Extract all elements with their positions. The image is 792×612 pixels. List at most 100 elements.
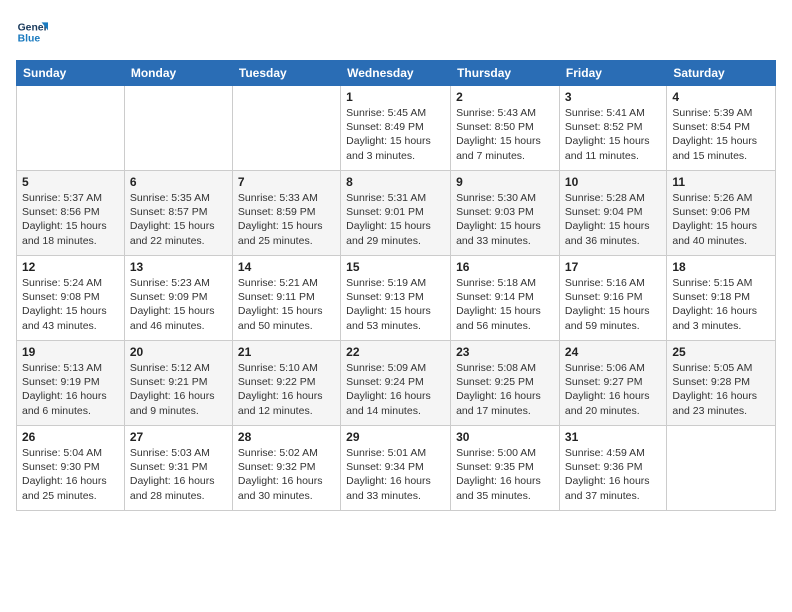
svg-text:Blue: Blue [18, 34, 41, 45]
day-number: 31 [565, 430, 661, 444]
day-info: Sunrise: 5:10 AM Sunset: 9:22 PM Dayligh… [238, 361, 335, 418]
week-row-4: 19Sunrise: 5:13 AM Sunset: 9:19 PM Dayli… [17, 341, 776, 426]
day-info: Sunrise: 5:23 AM Sunset: 9:09 PM Dayligh… [130, 276, 227, 333]
header-friday: Friday [559, 61, 666, 86]
logo-icon: General Blue [16, 16, 48, 48]
day-info: Sunrise: 5:33 AM Sunset: 8:59 PM Dayligh… [238, 191, 335, 248]
calendar-cell: 3 Sunrise: 5:41 AM Sunset: 8:52 PM Daylig… [559, 86, 666, 171]
day-number: 7 [238, 175, 335, 189]
day-info: Sunrise: 5:00 AM Sunset: 9:35 PM Dayligh… [456, 446, 554, 503]
header-saturday: Saturday [667, 61, 776, 86]
day-number: 21 [238, 345, 335, 359]
day-number: 28 [238, 430, 335, 444]
calendar-cell: 24 Sunrise: 5:06 AM Sunset: 9:27 PM Dayli… [559, 341, 666, 426]
day-info: Sunrise: 5:39 AM Sunset: 8:54 PM Dayligh… [672, 106, 770, 163]
day-number: 8 [346, 175, 445, 189]
day-number: 25 [672, 345, 770, 359]
day-info: Sunrise: 5:03 AM Sunset: 9:31 PM Dayligh… [130, 446, 227, 503]
calendar-cell: 11 Sunrise: 5:26 AM Sunset: 9:06 PM Dayli… [667, 171, 776, 256]
day-info: Sunrise: 5:35 AM Sunset: 8:57 PM Dayligh… [130, 191, 227, 248]
day-number: 14 [238, 260, 335, 274]
calendar-cell [17, 86, 125, 171]
calendar-cell: 16 Sunrise: 5:18 AM Sunset: 9:14 PM Dayli… [451, 256, 560, 341]
week-row-2: 5 Sunrise: 5:37 AM Sunset: 8:56 PM Daylig… [17, 171, 776, 256]
calendar-cell: 26 Sunrise: 5:04 AM Sunset: 9:30 PM Dayli… [17, 426, 125, 511]
day-info: Sunrise: 5:24 AM Sunset: 9:08 PM Dayligh… [22, 276, 119, 333]
calendar-cell: 1Sunrise: 5:45 AM Sunset: 8:49 PM Daylig… [341, 86, 451, 171]
day-number: 13 [130, 260, 227, 274]
day-number: 26 [22, 430, 119, 444]
calendar-cell: 5 Sunrise: 5:37 AM Sunset: 8:56 PM Daylig… [17, 171, 125, 256]
day-info: Sunrise: 5:18 AM Sunset: 9:14 PM Dayligh… [456, 276, 554, 333]
calendar-table: SundayMondayTuesdayWednesdayThursdayFrid… [16, 60, 776, 511]
day-number: 12 [22, 260, 119, 274]
day-info: Sunrise: 4:59 AM Sunset: 9:36 PM Dayligh… [565, 446, 661, 503]
day-info: Sunrise: 5:02 AM Sunset: 9:32 PM Dayligh… [238, 446, 335, 503]
day-info: Sunrise: 5:09 AM Sunset: 9:24 PM Dayligh… [346, 361, 445, 418]
header-sunday: Sunday [17, 61, 125, 86]
day-info: Sunrise: 5:05 AM Sunset: 9:28 PM Dayligh… [672, 361, 770, 418]
day-number: 22 [346, 345, 445, 359]
calendar-cell: 8 Sunrise: 5:31 AM Sunset: 9:01 PM Daylig… [341, 171, 451, 256]
day-info: Sunrise: 5:43 AM Sunset: 8:50 PM Dayligh… [456, 106, 554, 163]
day-number: 23 [456, 345, 554, 359]
header-monday: Monday [124, 61, 232, 86]
calendar-cell: 29Sunrise: 5:01 AM Sunset: 9:34 PM Dayli… [341, 426, 451, 511]
calendar-cell: 17Sunrise: 5:16 AM Sunset: 9:16 PM Dayli… [559, 256, 666, 341]
calendar-cell: 21 Sunrise: 5:10 AM Sunset: 9:22 PM Dayli… [232, 341, 340, 426]
day-number: 17 [565, 260, 661, 274]
calendar-cell: 2 Sunrise: 5:43 AM Sunset: 8:50 PM Daylig… [451, 86, 560, 171]
calendar-cell: 10 Sunrise: 5:28 AM Sunset: 9:04 PM Dayli… [559, 171, 666, 256]
day-number: 15 [346, 260, 445, 274]
day-info: Sunrise: 5:04 AM Sunset: 9:30 PM Dayligh… [22, 446, 119, 503]
day-info: Sunrise: 5:19 AM Sunset: 9:13 PM Dayligh… [346, 276, 445, 333]
calendar-cell: 18Sunrise: 5:15 AM Sunset: 9:18 PM Dayli… [667, 256, 776, 341]
day-info: Sunrise: 5:41 AM Sunset: 8:52 PM Dayligh… [565, 106, 661, 163]
logo: General Blue [16, 16, 52, 48]
header-tuesday: Tuesday [232, 61, 340, 86]
day-info: Sunrise: 5:31 AM Sunset: 9:01 PM Dayligh… [346, 191, 445, 248]
day-number: 27 [130, 430, 227, 444]
day-number: 30 [456, 430, 554, 444]
day-info: Sunrise: 5:08 AM Sunset: 9:25 PM Dayligh… [456, 361, 554, 418]
day-info: Sunrise: 5:21 AM Sunset: 9:11 PM Dayligh… [238, 276, 335, 333]
day-number: 20 [130, 345, 227, 359]
day-number: 6 [130, 175, 227, 189]
calendar-cell: 4 Sunrise: 5:39 AM Sunset: 8:54 PM Daylig… [667, 86, 776, 171]
calendar-cell: 25 Sunrise: 5:05 AM Sunset: 9:28 PM Dayli… [667, 341, 776, 426]
day-info: Sunrise: 5:28 AM Sunset: 9:04 PM Dayligh… [565, 191, 661, 248]
calendar-cell: 15 Sunrise: 5:19 AM Sunset: 9:13 PM Dayli… [341, 256, 451, 341]
calendar-cell: 28 Sunrise: 5:02 AM Sunset: 9:32 PM Dayli… [232, 426, 340, 511]
day-info: Sunrise: 5:13 AM Sunset: 9:19 PM Dayligh… [22, 361, 119, 418]
day-number: 3 [565, 90, 661, 104]
day-number: 2 [456, 90, 554, 104]
day-info: Sunrise: 5:30 AM Sunset: 9:03 PM Dayligh… [456, 191, 554, 248]
day-info: Sunrise: 5:26 AM Sunset: 9:06 PM Dayligh… [672, 191, 770, 248]
calendar-cell: 7 Sunrise: 5:33 AM Sunset: 8:59 PM Daylig… [232, 171, 340, 256]
day-number: 1 [346, 90, 445, 104]
calendar-cell: 14 Sunrise: 5:21 AM Sunset: 9:11 PM Dayli… [232, 256, 340, 341]
calendar-cell [232, 86, 340, 171]
day-number: 16 [456, 260, 554, 274]
calendar-cell: 20 Sunrise: 5:12 AM Sunset: 9:21 PM Dayli… [124, 341, 232, 426]
calendar-cell: 31 Sunrise: 4:59 AM Sunset: 9:36 PM Dayli… [559, 426, 666, 511]
day-number: 10 [565, 175, 661, 189]
day-number: 4 [672, 90, 770, 104]
day-number: 18 [672, 260, 770, 274]
day-number: 5 [22, 175, 119, 189]
header-thursday: Thursday [451, 61, 560, 86]
calendar-header-row: SundayMondayTuesdayWednesdayThursdayFrid… [17, 61, 776, 86]
day-info: Sunrise: 5:12 AM Sunset: 9:21 PM Dayligh… [130, 361, 227, 418]
day-info: Sunrise: 5:37 AM Sunset: 8:56 PM Dayligh… [22, 191, 119, 248]
calendar-cell: 19Sunrise: 5:13 AM Sunset: 9:19 PM Dayli… [17, 341, 125, 426]
day-number: 24 [565, 345, 661, 359]
day-number: 29 [346, 430, 445, 444]
calendar-cell: 23 Sunrise: 5:08 AM Sunset: 9:25 PM Dayli… [451, 341, 560, 426]
day-info: Sunrise: 5:06 AM Sunset: 9:27 PM Dayligh… [565, 361, 661, 418]
calendar-cell [124, 86, 232, 171]
day-number: 11 [672, 175, 770, 189]
calendar-cell: 27 Sunrise: 5:03 AM Sunset: 9:31 PM Dayli… [124, 426, 232, 511]
page-header: General Blue [16, 16, 776, 48]
calendar-cell: 12 Sunrise: 5:24 AM Sunset: 9:08 PM Dayli… [17, 256, 125, 341]
calendar-cell: 9Sunrise: 5:30 AM Sunset: 9:03 PM Daylig… [451, 171, 560, 256]
